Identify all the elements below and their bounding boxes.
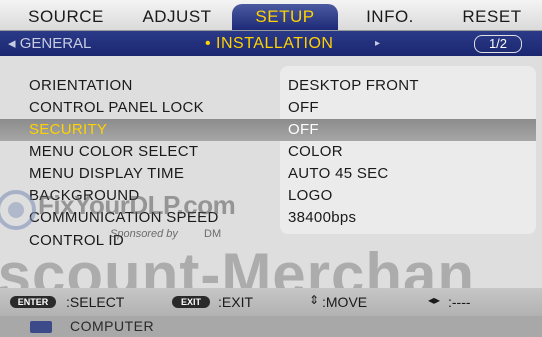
help-move-text: :MOVE	[322, 294, 368, 310]
left-right-arrows-icon: ◂▸	[428, 293, 441, 307]
help-select-text: :SELECT	[66, 294, 125, 310]
source-label: COMPUTER	[70, 318, 155, 334]
menu-value: COLOR	[288, 143, 343, 160]
watermark-sponsor-logo: DM	[204, 228, 222, 240]
menu-value: OFF	[288, 99, 319, 116]
subtab-general[interactable]: ◂ GENERAL	[8, 31, 91, 56]
tab-info[interactable]: INFO.	[345, 4, 435, 30]
menu-value: LOGO	[288, 187, 333, 204]
menu-label: MENU DISPLAY TIME	[29, 165, 185, 182]
tab-adjust[interactable]: ADJUST	[125, 4, 229, 30]
help-adjust-text: :----	[448, 294, 471, 310]
menu-label: ORIENTATION	[29, 77, 133, 94]
computer-icon	[30, 321, 52, 333]
next-subtab-arrow-icon[interactable]: ▸	[375, 31, 380, 56]
help-exit-text: :EXIT	[218, 294, 254, 310]
menu-label: SECURITY	[29, 121, 108, 138]
watermark-sponsor: Sponsored by	[110, 228, 178, 240]
menu-row-control-panel-lock[interactable]: CONTROL PANEL LOCK OFF	[0, 97, 542, 119]
up-down-arrows-icon: ⇕	[309, 293, 320, 307]
exit-key-icon: EXIT	[172, 296, 210, 308]
menu-row-security[interactable]: SECURITY OFF	[0, 119, 542, 141]
help-bar: ENTER :SELECT EXIT :EXIT ⇕ :MOVE ◂▸ :---…	[0, 288, 542, 316]
menu-label: CONTROL PANEL LOCK	[29, 99, 204, 116]
source-status-bar: COMPUTER	[0, 316, 542, 337]
menu-value: DESKTOP FRONT	[288, 77, 419, 94]
menu-row-menu-display-time[interactable]: MENU DISPLAY TIME AUTO 45 SEC	[0, 163, 542, 185]
tab-setup[interactable]: SETUP	[232, 4, 338, 30]
tab-reset[interactable]: RESET	[445, 4, 539, 30]
menu-value: AUTO 45 SEC	[288, 165, 389, 182]
page-indicator: 1/2	[474, 35, 522, 53]
sub-tab-bar: ◂ GENERAL • INSTALLATION ▸ 1/2	[0, 31, 542, 56]
projector-osd-menu: SOURCE ADJUST SETUP INFO. RESET ◂ GENERA…	[0, 0, 542, 337]
main-tab-bar: SOURCE ADJUST SETUP INFO. RESET	[0, 0, 542, 31]
enter-key-icon: ENTER	[10, 296, 56, 308]
tab-source[interactable]: SOURCE	[14, 4, 118, 30]
watermark-site-name: FixYourDLP.com	[38, 190, 236, 220]
menu-row-menu-color-select[interactable]: MENU COLOR SELECT COLOR	[0, 141, 542, 163]
subtab-installation[interactable]: • INSTALLATION	[205, 31, 333, 56]
menu-value: 38400bps	[288, 209, 357, 226]
menu-label: MENU COLOR SELECT	[29, 143, 199, 160]
menu-value: OFF	[288, 121, 319, 138]
menu-row-orientation[interactable]: ORIENTATION DESKTOP FRONT	[0, 75, 542, 97]
